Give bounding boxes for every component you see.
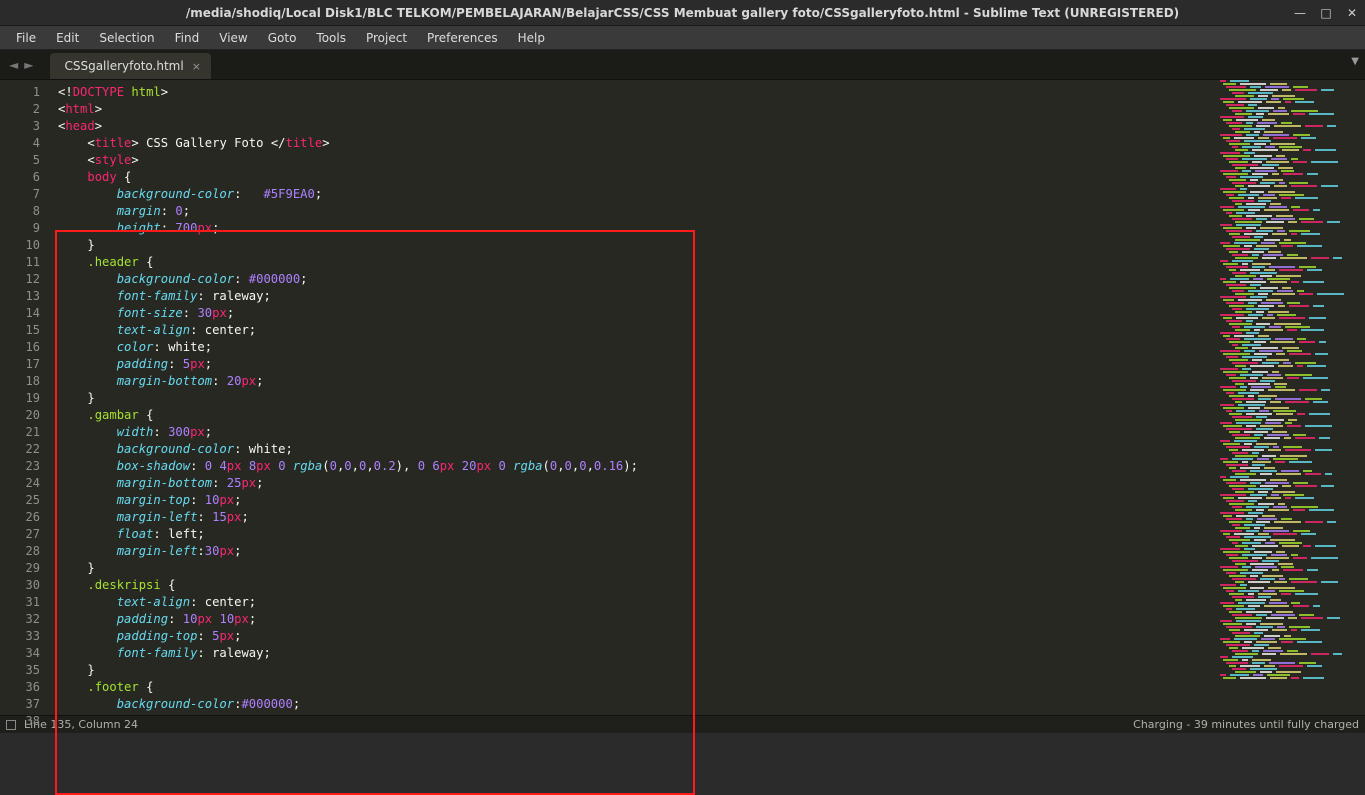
line-number: 28 bbox=[0, 543, 40, 560]
line-number: 23 bbox=[0, 458, 40, 475]
tab-close-icon[interactable]: × bbox=[192, 60, 201, 73]
line-number: 20 bbox=[0, 407, 40, 424]
line-number: 33 bbox=[0, 628, 40, 645]
tab-bar: ◄ ► CSSgalleryfoto.html × ▼ bbox=[0, 50, 1365, 80]
tab-dropdown-icon[interactable]: ▼ bbox=[1351, 56, 1359, 67]
menu-edit[interactable]: Edit bbox=[46, 28, 89, 48]
line-number: 2 bbox=[0, 101, 40, 118]
line-gutter: 1234567891011121314151617181920212223242… bbox=[0, 80, 50, 715]
status-battery: Charging - 39 minutes until fully charge… bbox=[1133, 718, 1359, 731]
status-position: Line 135, Column 24 bbox=[24, 718, 138, 731]
line-number: 11 bbox=[0, 254, 40, 271]
line-number: 7 bbox=[0, 186, 40, 203]
line-number: 4 bbox=[0, 135, 40, 152]
line-number: 18 bbox=[0, 373, 40, 390]
line-number: 30 bbox=[0, 577, 40, 594]
line-number: 9 bbox=[0, 220, 40, 237]
menu-find[interactable]: Find bbox=[165, 28, 210, 48]
line-number: 1 bbox=[0, 84, 40, 101]
menu-selection[interactable]: Selection bbox=[89, 28, 164, 48]
minimize-icon[interactable]: — bbox=[1291, 6, 1309, 20]
line-number: 35 bbox=[0, 662, 40, 679]
line-number: 31 bbox=[0, 594, 40, 611]
line-number: 19 bbox=[0, 390, 40, 407]
line-number: 8 bbox=[0, 203, 40, 220]
line-number: 21 bbox=[0, 424, 40, 441]
window-title: /media/shodiq/Local Disk1/BLC TELKOM/PEM… bbox=[186, 6, 1179, 20]
tab-label: CSSgalleryfoto.html bbox=[64, 59, 183, 73]
line-number: 5 bbox=[0, 152, 40, 169]
window-controls: — □ ✕ bbox=[1291, 0, 1361, 26]
line-number: 12 bbox=[0, 271, 40, 288]
menu-tools[interactable]: Tools bbox=[306, 28, 356, 48]
line-number: 24 bbox=[0, 475, 40, 492]
line-number: 25 bbox=[0, 492, 40, 509]
menu-preferences[interactable]: Preferences bbox=[417, 28, 508, 48]
nav-forward-icon[interactable]: ► bbox=[21, 58, 36, 72]
line-number: 10 bbox=[0, 237, 40, 254]
maximize-icon[interactable]: □ bbox=[1317, 6, 1335, 20]
line-number: 27 bbox=[0, 526, 40, 543]
menubar: File Edit Selection Find View Goto Tools… bbox=[0, 26, 1365, 50]
minimap[interactable] bbox=[1215, 80, 1365, 715]
line-number: 26 bbox=[0, 509, 40, 526]
line-number: 16 bbox=[0, 339, 40, 356]
line-number: 32 bbox=[0, 611, 40, 628]
line-number: 37 bbox=[0, 696, 40, 713]
line-number: 34 bbox=[0, 645, 40, 662]
line-number: 13 bbox=[0, 288, 40, 305]
close-icon[interactable]: ✕ bbox=[1343, 6, 1361, 20]
menu-view[interactable]: View bbox=[209, 28, 257, 48]
editor-area: 1234567891011121314151617181920212223242… bbox=[0, 80, 1365, 715]
statusbar: Line 135, Column 24 Charging - 39 minute… bbox=[0, 715, 1365, 733]
menu-file[interactable]: File bbox=[6, 28, 46, 48]
line-number: 36 bbox=[0, 679, 40, 696]
nav-back-icon[interactable]: ◄ bbox=[6, 58, 21, 72]
menu-project[interactable]: Project bbox=[356, 28, 417, 48]
code-editor[interactable]: <!DOCTYPE html><html><head> <title> CSS … bbox=[50, 80, 1215, 715]
line-number: 6 bbox=[0, 169, 40, 186]
line-number: 14 bbox=[0, 305, 40, 322]
line-number: 15 bbox=[0, 322, 40, 339]
titlebar: /media/shodiq/Local Disk1/BLC TELKOM/PEM… bbox=[0, 0, 1365, 26]
menu-help[interactable]: Help bbox=[508, 28, 555, 48]
tab-cssgalleryfoto[interactable]: CSSgalleryfoto.html × bbox=[50, 53, 210, 79]
line-number: 22 bbox=[0, 441, 40, 458]
line-number: 38 bbox=[0, 713, 40, 730]
menu-goto[interactable]: Goto bbox=[258, 28, 307, 48]
nav-arrows: ◄ ► bbox=[0, 58, 42, 72]
line-number: 29 bbox=[0, 560, 40, 577]
line-number: 3 bbox=[0, 118, 40, 135]
line-number: 17 bbox=[0, 356, 40, 373]
